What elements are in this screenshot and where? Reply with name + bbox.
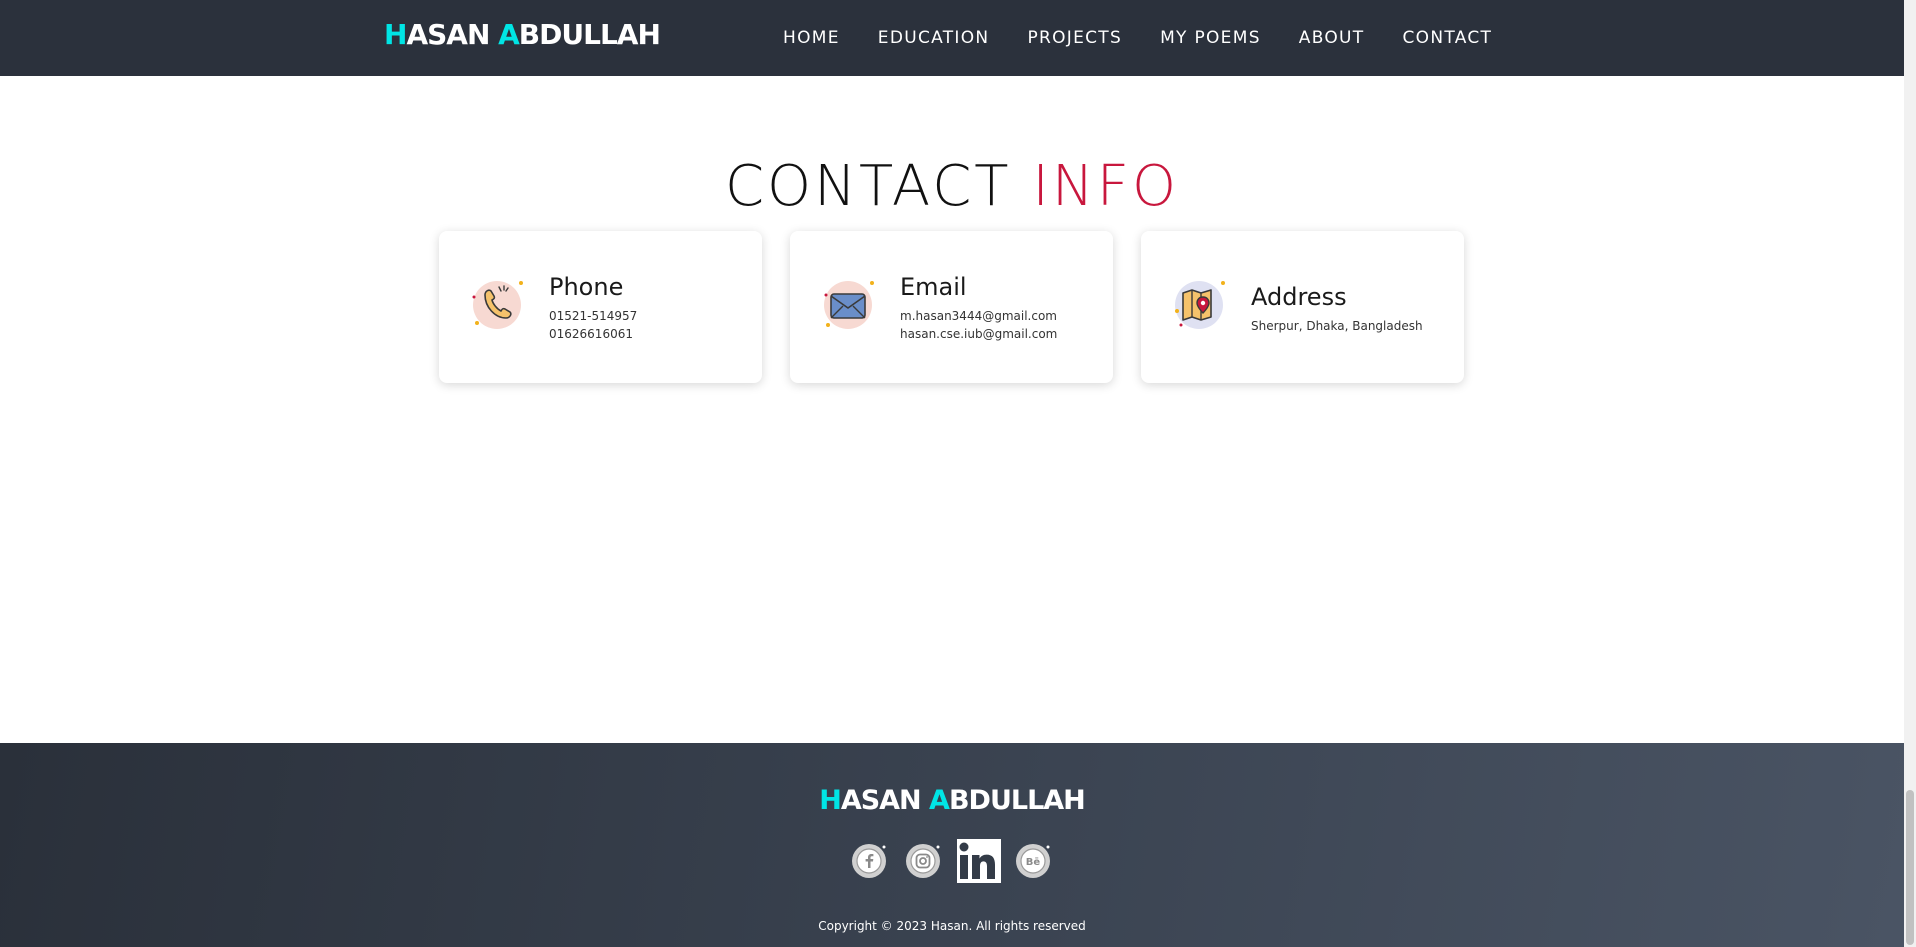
footer-brand-initial-a: A [929, 785, 950, 816]
email-card: Email m.hasan3444@gmail.com hasan.cse.iu… [790, 231, 1113, 383]
navbar: HASAN ABDULLAH HOME EDUCATION PROJECTS M… [0, 0, 1904, 76]
contact-cards: Phone 01521-514957 01626616061 Email m.h… [439, 231, 1492, 383]
brand-initial-a: A [498, 18, 520, 51]
svg-text:Bē: Bē [1026, 857, 1041, 868]
phone-card: Phone 01521-514957 01626616061 [439, 231, 762, 383]
brand-logo[interactable]: HASAN ABDULLAH [384, 18, 661, 51]
phone-card-body: Phone 01521-514957 01626616061 [549, 273, 637, 343]
nav-education[interactable]: EDUCATION [878, 28, 990, 48]
email-card-body: Email m.hasan3444@gmail.com hasan.cse.iu… [900, 273, 1057, 343]
footer-brand-text-1: ASAN [840, 785, 930, 816]
main-nav: HOME EDUCATION PROJECTS MY POEMS ABOUT C… [764, 0, 1511, 76]
social-links: Bē [849, 839, 1067, 883]
phone-card-title: Phone [549, 273, 624, 301]
footer-brand-text-2: BDULLAH [948, 785, 1086, 816]
section-title: CONTACT INFO [0, 154, 1904, 219]
brand-text-1: ASAN [406, 18, 499, 51]
footer: HASAN ABDULLAH Bē Copyright © 2023 Hasan… [0, 743, 1904, 947]
brand-text-2: BDULLAH [518, 18, 661, 51]
footer-brand-logo[interactable]: HASAN ABDULLAH [0, 785, 1904, 816]
section-title-main: CONTACT [724, 154, 1012, 219]
nav-my-poems[interactable]: MY POEMS [1160, 28, 1261, 48]
nav-projects[interactable]: PROJECTS [1027, 28, 1122, 48]
nav-contact[interactable]: CONTACT [1402, 28, 1492, 48]
email-icon [820, 275, 880, 335]
section-title-accent: INFO [1032, 154, 1180, 219]
email-card-title: Email [900, 273, 967, 301]
phone-number-1[interactable]: 01521-514957 [549, 307, 637, 325]
page-scrollbar[interactable] [1904, 0, 1916, 947]
nav-home[interactable]: HOME [783, 28, 840, 48]
facebook-icon[interactable] [849, 841, 889, 881]
page: HASAN ABDULLAH HOME EDUCATION PROJECTS M… [0, 0, 1916, 947]
nav-about[interactable]: ABOUT [1299, 28, 1365, 48]
footer-brand-initial-h: H [819, 785, 842, 816]
address-card-body: Address Sherpur, Dhaka, Bangladesh [1251, 283, 1423, 335]
email-address-2[interactable]: hasan.cse.iub@gmail.com [900, 325, 1057, 343]
phone-icon [469, 275, 529, 335]
map-icon [1171, 275, 1231, 335]
address-card: Address Sherpur, Dhaka, Bangladesh [1141, 231, 1464, 383]
phone-number-2[interactable]: 01626616061 [549, 325, 637, 343]
email-address-1[interactable]: m.hasan3444@gmail.com [900, 307, 1057, 325]
scrollbar-thumb[interactable] [1906, 790, 1914, 945]
brand-initial-h: H [384, 18, 407, 51]
address-line: Sherpur, Dhaka, Bangladesh [1251, 319, 1423, 333]
address-card-title: Address [1251, 283, 1347, 311]
copyright-text: Copyright © 2023 Hasan. All rights reser… [818, 919, 1086, 933]
linkedin-icon[interactable] [957, 839, 1001, 883]
behance-icon[interactable]: Bē [1013, 841, 1053, 881]
instagram-icon[interactable] [903, 841, 943, 881]
